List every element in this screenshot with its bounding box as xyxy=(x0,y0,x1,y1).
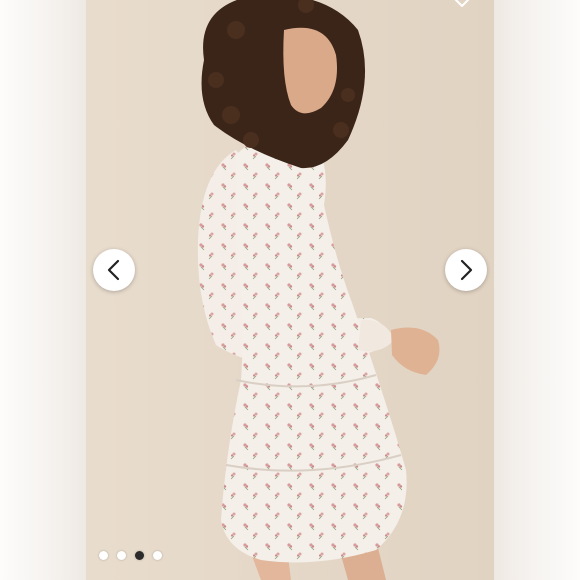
carousel-dot[interactable] xyxy=(135,551,144,560)
chevron-right-icon xyxy=(458,259,474,281)
right-blurred-edge xyxy=(494,0,580,580)
image-carousel xyxy=(0,0,580,580)
previous-image-button[interactable] xyxy=(93,249,135,291)
left-blurred-edge xyxy=(0,0,86,580)
carousel-dot[interactable] xyxy=(99,551,108,560)
product-photo xyxy=(86,0,494,580)
carousel-dot[interactable] xyxy=(117,551,126,560)
heart-icon xyxy=(450,0,474,14)
carousel-pagination xyxy=(99,551,162,560)
next-image-button[interactable] xyxy=(445,249,487,291)
favorite-button[interactable] xyxy=(450,0,474,10)
carousel-dot[interactable] xyxy=(153,551,162,560)
chevron-left-icon xyxy=(106,259,122,281)
